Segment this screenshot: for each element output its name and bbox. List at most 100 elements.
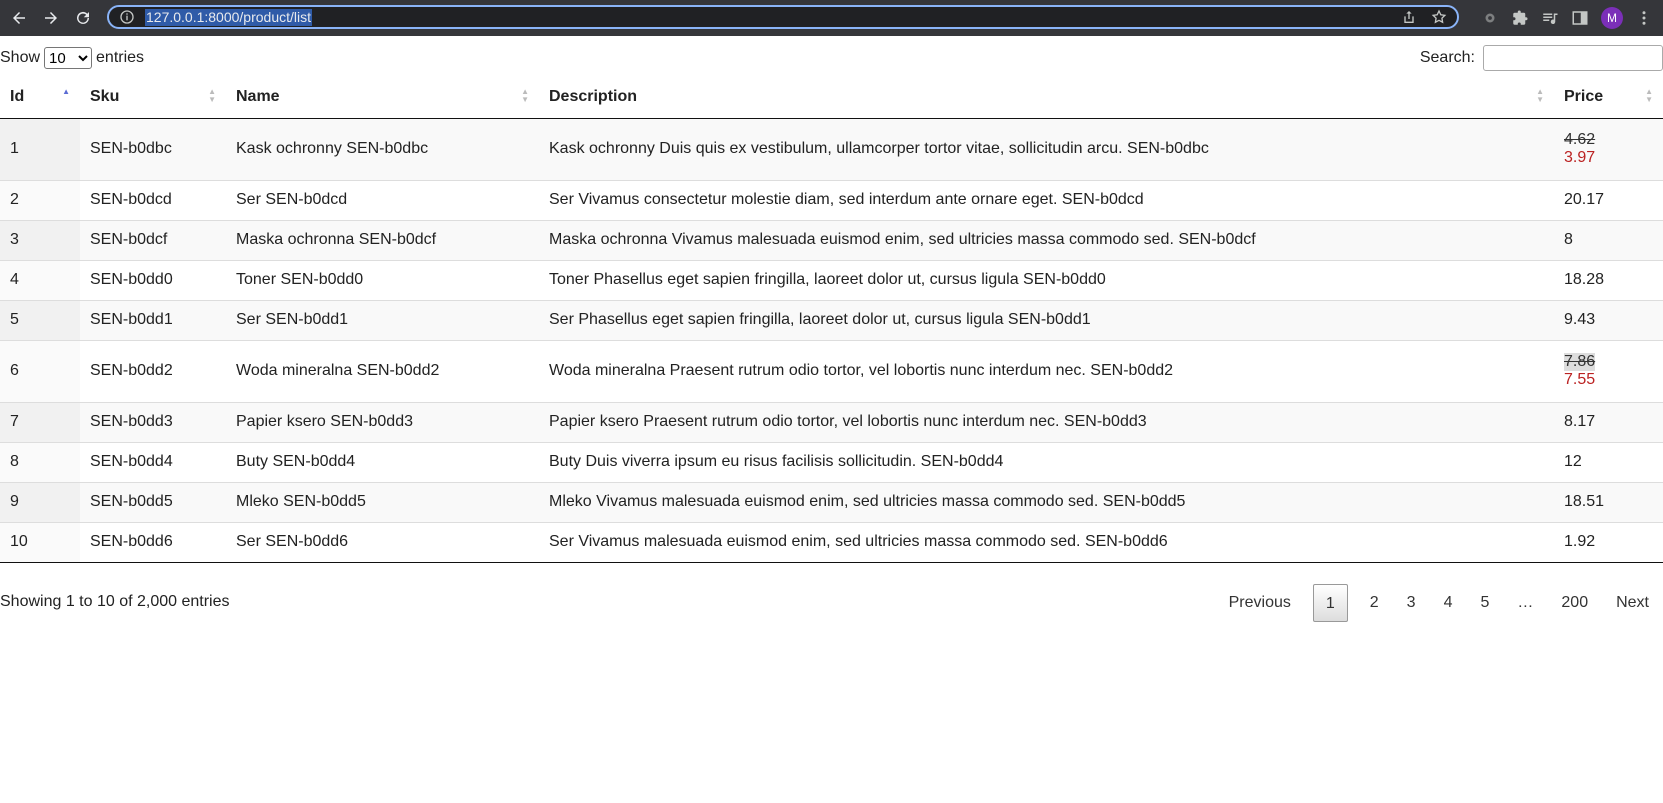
forward-icon[interactable]: [38, 5, 64, 31]
sale-price: 3.97: [1564, 149, 1596, 166]
cell-price: 4.62 3.97: [1554, 117, 1663, 180]
address-bar[interactable]: 127.0.0.1:8000/product/list: [107, 5, 1459, 29]
menu-kebab-icon[interactable]: [1635, 9, 1653, 27]
cell-sku: SEN-b0dd4: [80, 441, 226, 482]
cell-description: Maska ochronna Vivamus malesuada euismod…: [539, 219, 1554, 260]
old-price: 7.86: [1564, 353, 1596, 371]
cell-description: Ser Vivamus consectetur molestie diam, s…: [539, 179, 1554, 220]
table-row: 4 SEN-b0dd0 Toner SEN-b0dd0 Toner Phasellus…: [0, 259, 1663, 300]
column-header-description[interactable]: Description ▲ ▼: [539, 76, 1554, 119]
product-table: Id ▲ Sku ▲ ▼ Name ▲ ▼ Description ▲ ▼ Price…: [0, 76, 1663, 563]
column-header-id[interactable]: Id ▲: [0, 76, 80, 119]
old-price: 4.62: [1564, 131, 1596, 148]
cell-name: Mleko SEN-b0dd5: [226, 481, 539, 522]
extensions-puzzle-icon[interactable]: [1511, 9, 1529, 27]
cell-id: 4: [0, 259, 80, 300]
pagination-ellipsis: …: [1517, 594, 1534, 611]
cell-price: 8.17: [1554, 401, 1663, 442]
page-button-1[interactable]: 1: [1312, 584, 1348, 622]
pagination: Previous 1 2 3 4 5 … 200 Next: [1215, 584, 1663, 622]
cell-sku: SEN-b0dd1: [80, 299, 226, 340]
entries-length-control: Show 10 entries: [0, 47, 144, 69]
cell-sku: SEN-b0dbc: [80, 117, 226, 180]
table-row: 8 SEN-b0dd4 Buty SEN-b0dd4 Buty Duis viverr…: [0, 441, 1663, 482]
table-row: 6 SEN-b0dd2 Woda mineralna SEN-b0dd2 Woda m…: [0, 339, 1663, 402]
cell-sku: SEN-b0dd2: [80, 339, 226, 402]
cell-name: Ser SEN-b0dcd: [226, 179, 539, 220]
price: 12: [1564, 453, 1582, 470]
cell-sku: SEN-b0dd3: [80, 401, 226, 442]
reload-icon[interactable]: [70, 5, 96, 31]
price: 18.51: [1564, 493, 1605, 510]
table-row: 5 SEN-b0dd1 Ser SEN-b0dd1 Ser Phasellus ege…: [0, 299, 1663, 340]
page-button-4[interactable]: 4: [1430, 584, 1467, 622]
cell-price: 18.28: [1554, 259, 1663, 300]
side-panel-icon[interactable]: [1571, 9, 1589, 27]
cell-name: Woda mineralna SEN-b0dd2: [226, 339, 539, 402]
cell-price: 7.86 7.55: [1554, 339, 1663, 402]
cell-price: 12: [1554, 441, 1663, 482]
column-header-sku[interactable]: Sku ▲ ▼: [80, 76, 226, 119]
cell-name: Buty SEN-b0dd4: [226, 441, 539, 482]
search-label: Search:: [1419, 49, 1475, 66]
price: 18.28: [1564, 271, 1605, 288]
price: 1.92: [1564, 533, 1596, 550]
media-queue-icon[interactable]: [1541, 9, 1559, 27]
back-icon[interactable]: [6, 5, 32, 31]
search-input[interactable]: [1483, 45, 1663, 71]
table-body: 1 SEN-b0dbc Kask ochronny SEN-b0dbc Kask oc…: [0, 117, 1663, 563]
cell-description: Ser Vivamus malesuada euismod enim, sed …: [539, 521, 1554, 563]
cell-price: 1.92: [1554, 521, 1663, 563]
cell-price: 20.17: [1554, 179, 1663, 220]
cell-sku: SEN-b0dd0: [80, 259, 226, 300]
cell-description: Papier ksero Praesent rutrum odio tortor…: [539, 401, 1554, 442]
sale-price: 7.55: [1564, 371, 1596, 388]
cell-id: 2: [0, 179, 80, 220]
search-control: Search:: [1420, 45, 1663, 71]
cell-name: Papier ksero SEN-b0dd3: [226, 401, 539, 442]
cell-description: Mleko Vivamus malesuada euismod enim, se…: [539, 481, 1554, 522]
cell-price: 18.51: [1554, 481, 1663, 522]
cell-description: Woda mineralna Praesent rutrum odio tort…: [539, 339, 1554, 402]
url-text[interactable]: 127.0.0.1:8000/product/list: [145, 8, 313, 26]
next-button[interactable]: Next: [1602, 584, 1663, 622]
browser-toolbar: 127.0.0.1:8000/product/list M: [0, 0, 1663, 36]
page-button-5[interactable]: 5: [1466, 584, 1503, 622]
cell-id: 8: [0, 441, 80, 482]
table-row: 3 SEN-b0dcf Maska ochronna SEN-b0dcf Maska …: [0, 219, 1663, 260]
sort-icon: ▲ ▼: [521, 87, 529, 104]
share-icon[interactable]: [1401, 9, 1417, 25]
entries-label: entries: [96, 49, 145, 66]
page-button-2[interactable]: 2: [1356, 584, 1393, 622]
profile-avatar[interactable]: M: [1601, 7, 1623, 29]
cell-sku: SEN-b0dcd: [80, 179, 226, 220]
entries-select[interactable]: 10: [44, 47, 93, 69]
info-icon[interactable]: [119, 9, 135, 25]
cell-price: 9.43: [1554, 299, 1663, 340]
price: 9.43: [1564, 311, 1596, 328]
table-row: 7 SEN-b0dd3 Papier ksero SEN-b0dd3 Papier k…: [0, 401, 1663, 442]
page-button-3[interactable]: 3: [1393, 584, 1430, 622]
column-header-name[interactable]: Name ▲ ▼: [226, 76, 539, 119]
sort-icon: ▲ ▼: [1536, 87, 1544, 104]
table-info: Showing 1 to 10 of 2,000 entries: [0, 593, 230, 610]
cell-name: Toner SEN-b0dd0: [226, 259, 539, 300]
table-row: 1 SEN-b0dbc Kask ochronny SEN-b0dbc Kask oc…: [0, 117, 1663, 180]
extension-gear-icon[interactable]: [1481, 9, 1499, 27]
cell-id: 3: [0, 219, 80, 260]
price: 8: [1564, 231, 1573, 248]
cell-name: Ser SEN-b0dd1: [226, 299, 539, 340]
cell-id: 5: [0, 299, 80, 340]
page-button-200[interactable]: 200: [1547, 584, 1602, 622]
previous-button[interactable]: Previous: [1215, 584, 1305, 622]
cell-name: Maska ochronna SEN-b0dcf: [226, 219, 539, 260]
table-row: 9 SEN-b0dd5 Mleko SEN-b0dd5 Mleko Vivamus m…: [0, 481, 1663, 522]
column-header-price[interactable]: Price ▲ ▼: [1554, 76, 1663, 119]
price: 8.17: [1564, 413, 1596, 430]
cell-id: 10: [0, 521, 80, 563]
sort-icon: ▲ ▼: [208, 87, 216, 104]
bookmark-star-icon[interactable]: [1431, 9, 1447, 25]
cell-description: Buty Duis viverra ipsum eu risus facilis…: [539, 441, 1554, 482]
cell-sku: SEN-b0dd6: [80, 521, 226, 563]
cell-sku: SEN-b0dcf: [80, 219, 226, 260]
